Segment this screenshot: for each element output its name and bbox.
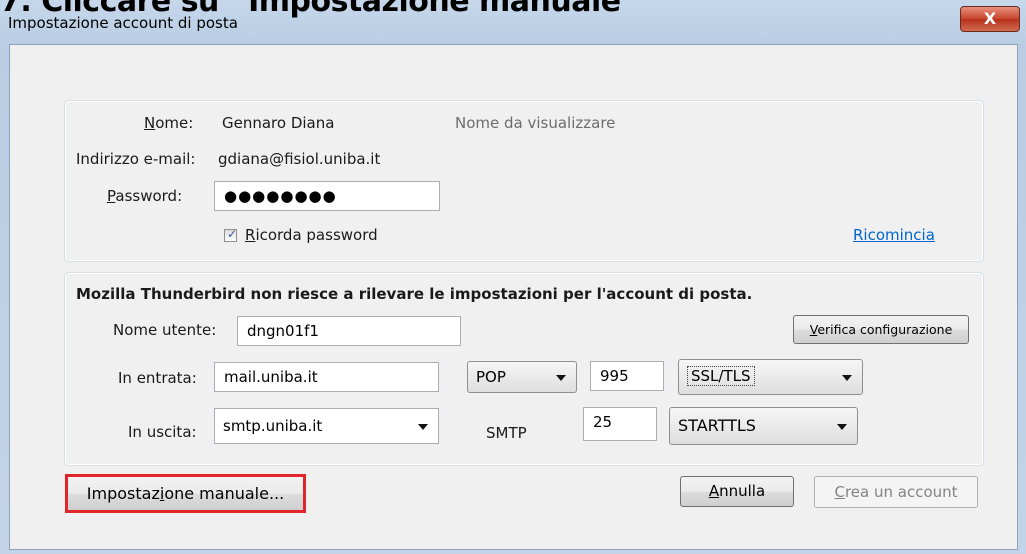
create-account-button[interactable]: Crea un account	[814, 476, 978, 508]
detection-warning: Mozilla Thunderbird non riesce a rilevar…	[76, 285, 753, 303]
outgoing-security-select[interactable]: STARTTLS	[669, 407, 858, 445]
incoming-protocol-select[interactable]: POP	[467, 361, 577, 393]
remember-password-checkbox[interactable]: ✓	[224, 227, 238, 242]
incoming-label: In entrata:	[118, 369, 197, 387]
outgoing-port-field[interactable]: 25	[583, 407, 657, 441]
chevron-down-icon	[837, 424, 847, 430]
outgoing-host-select[interactable]: smtp.uniba.it	[214, 408, 439, 444]
username-label: Nome utente:	[113, 321, 217, 339]
username-field[interactable]: dngn01f1	[237, 316, 461, 346]
outgoing-label: In uscita:	[128, 423, 197, 441]
password-label: Password:	[107, 187, 183, 205]
manual-setup-button[interactable]: Impostazione manuale...	[65, 474, 306, 513]
incoming-port-field[interactable]: 995	[590, 361, 664, 391]
outgoing-protocol-label: SMTP	[486, 424, 527, 442]
chevron-down-icon	[556, 375, 566, 381]
incoming-security-select[interactable]: SSL/TLS	[678, 359, 863, 395]
window-title: Impostazione account di posta	[8, 14, 238, 32]
name-value[interactable]: Gennaro Diana	[222, 114, 334, 132]
email-label: Indirizzo e-mail:	[76, 150, 196, 168]
name-hint: Nome da visualizzare	[455, 114, 616, 132]
checkmark-icon: ✓	[227, 227, 238, 241]
verify-configuration-button[interactable]: Verifica configurazione	[793, 315, 969, 344]
chevron-down-icon	[418, 424, 428, 430]
password-field[interactable]: ●●●●●●●●	[214, 181, 440, 211]
incoming-host-field[interactable]: mail.uniba.it	[214, 362, 439, 392]
email-value[interactable]: gdiana@fisiol.uniba.it	[218, 150, 380, 168]
remember-password-label[interactable]: Ricorda password	[245, 226, 378, 244]
cancel-button[interactable]: Annulla	[680, 476, 794, 507]
restart-link[interactable]: Ricomincia	[853, 226, 935, 244]
chevron-down-icon	[842, 375, 852, 381]
close-button[interactable]: X	[960, 6, 1020, 32]
name-label: Nome:	[144, 114, 194, 132]
